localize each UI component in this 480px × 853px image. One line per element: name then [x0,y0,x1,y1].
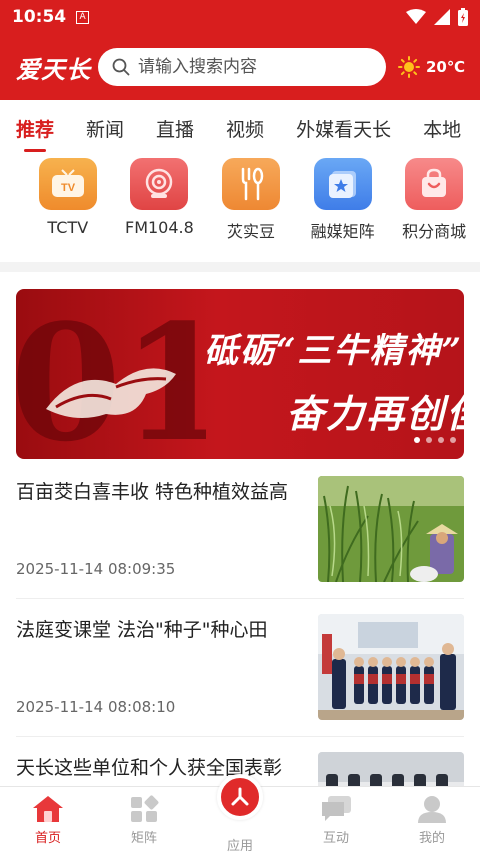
nav-matrix[interactable]: 矩阵 [96,787,192,853]
banner-slogan-1: 砥砺“三牛精神” [204,331,464,371]
apps-center-button[interactable] [217,774,263,820]
news-thumbnail [318,614,464,720]
tv-icon: TV [38,158,97,210]
nav-label: 我的 [418,831,445,846]
carousel-dot[interactable] [414,437,420,443]
app-label: FM104.8 [124,218,194,237]
carousel-dot[interactable] [438,437,444,443]
chat-icon [322,796,351,821]
app-root: 10:54 A 爱天长 请输入搜索内容 20℃ 推荐 新闻 直播 视频 外媒看天… [0,0,480,853]
category-tabs: 推荐 新闻 直播 视频 外媒看天长 本地 [0,100,480,156]
star-card-icon [313,158,372,210]
app-logo[interactable]: 爱天长 [16,50,94,85]
tab-news[interactable]: 新闻 [86,100,124,156]
battery-icon [458,8,468,26]
apps-center-icon [231,787,249,806]
news-item[interactable]: 百亩茭白喜丰收 特色种植效益高 2025-11-14 08:09:35 [16,476,464,598]
search-input[interactable] [138,57,358,77]
weather-temperature: 20℃ [426,58,466,76]
quick-apps: TV TCTV FM104.8 苂实豆 融媒矩阵 积分商城 [0,158,480,250]
news-time: 2025-11-14 08:09:35 [16,560,176,578]
app-shidou[interactable]: 苂实豆 [205,158,297,250]
status-time: 10:54 [12,7,67,27]
banner-carousel[interactable]: 01 砥砺“三牛精神” 奋力再创佳 [16,289,464,459]
nav-label: 首页 [34,831,61,846]
news-separator [16,736,464,737]
signal-icon [434,9,450,25]
news-separator [16,598,464,599]
carousel-dot[interactable] [426,437,432,443]
news-title: 天长这些单位和个人获全国表彰 [16,757,283,779]
tab-foreign-media[interactable]: 外媒看天长 [296,100,391,156]
carousel-dot[interactable] [450,437,456,443]
banner-slogan-2: 奋力再创佳 [286,391,464,436]
app-header: 爱天长 20℃ [0,34,480,100]
nav-mine[interactable]: 我的 [384,787,480,853]
sun-icon [398,56,420,78]
grid-icon [131,795,159,822]
app-label: 融媒矩阵 [310,222,375,241]
user-icon [418,796,446,823]
banner-artwork: 01 [16,289,206,459]
carousel-indicator [414,437,456,443]
home-icon [33,796,63,822]
tab-live[interactable]: 直播 [156,100,194,156]
notification-icon: A [76,10,90,24]
status-bar: 10:54 A [0,0,480,34]
tab-video[interactable]: 视频 [226,100,264,156]
shopping-bag-icon [405,158,464,210]
news-thumbnail [318,476,464,582]
radio-icon [130,158,189,210]
app-media-matrix[interactable]: 融媒矩阵 [297,158,389,250]
app-tctv[interactable]: TV TCTV [22,158,114,250]
svg-text:TV: TV [61,182,76,194]
section-divider [0,262,480,272]
app-fm[interactable]: FM104.8 [114,158,206,250]
svg-text:01: 01 [16,289,206,459]
tab-local[interactable]: 本地 [423,100,461,156]
nav-label: 应用 [226,839,253,853]
wifi-icon [406,9,426,24]
tab-recommend[interactable]: 推荐 [16,100,54,156]
fork-spoon-icon [221,158,280,210]
news-title: 法庭变课堂 法治"种子"种心田 [16,619,268,641]
news-item[interactable]: 法庭变课堂 法治"种子"种心田 2025-11-14 08:08:10 [16,614,464,736]
app-points-mall[interactable]: 积分商城 [388,158,480,250]
search-box[interactable] [98,48,386,86]
weather-widget[interactable]: 20℃ [398,56,465,78]
news-time: 2025-11-14 08:08:10 [16,698,176,716]
nav-home[interactable]: 首页 [0,787,96,853]
search-icon [112,58,130,76]
app-label: 苂实豆 [226,222,275,241]
news-title: 百亩茭白喜丰收 特色种植效益高 [16,481,289,503]
nav-label: 互动 [322,831,349,846]
nav-label: 矩阵 [130,831,157,846]
nav-interact[interactable]: 互动 [288,787,384,853]
app-label: TCTV [47,218,89,237]
status-icons [406,8,468,26]
app-label: 积分商城 [402,222,467,241]
